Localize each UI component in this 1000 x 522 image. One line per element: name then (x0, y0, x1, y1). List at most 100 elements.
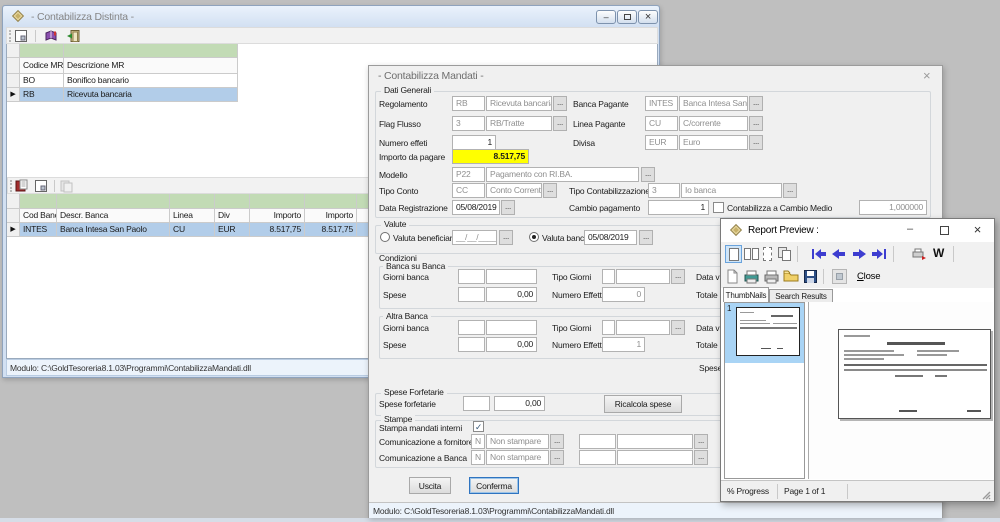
bank-cell-div[interactable]: EUR (215, 223, 250, 237)
bank-cell-importo1[interactable]: 8.517,75 (250, 223, 305, 237)
linea-pagante-code-field[interactable]: CU (645, 116, 678, 131)
maximize-button[interactable] (927, 219, 961, 242)
save-icon[interactable] (803, 269, 818, 286)
flag-flusso-browse-button[interactable]: ... (553, 116, 567, 131)
bsb-giorni-field[interactable] (486, 269, 537, 284)
new-page-icon[interactable] (726, 269, 739, 286)
resize-grip[interactable] (982, 491, 991, 502)
bank-cell-linea[interactable]: CU (170, 223, 215, 237)
bank-cell-descr[interactable]: Banca Intesa San Paolo (57, 223, 170, 237)
regolamento-browse-button[interactable]: ... (553, 96, 567, 111)
bank-col-header-linea[interactable]: Linea (170, 209, 215, 223)
comunicazione-fornitore-code-field[interactable]: N (471, 434, 485, 449)
close-preview-button[interactable]: Close (857, 271, 880, 282)
bsb-giorni-code-field[interactable] (458, 269, 485, 284)
conferma-button[interactable]: Conferma (469, 477, 519, 494)
comunicazione-fornitore-extra-code-field[interactable] (579, 434, 616, 449)
mr-cell-codice[interactable]: BO (20, 74, 64, 88)
thumbnail-page[interactable] (736, 307, 800, 356)
preview-pane[interactable] (808, 302, 993, 479)
ab-numero-effetti-field[interactable]: 1 (602, 337, 645, 352)
spese-forfetarie-field[interactable]: 0,00 (494, 396, 545, 411)
thumbnail-selected[interactable]: 1 (725, 303, 804, 363)
comunicazione-banca-browse-button[interactable]: ... (550, 450, 564, 465)
bsb-tipo-giorni-browse-button[interactable]: ... (671, 269, 685, 284)
ricalcola-spese-button[interactable]: Ricalcola spese (604, 395, 682, 413)
bsb-spese-field[interactable]: 0,00 (486, 287, 537, 302)
close-button[interactable]: × (638, 10, 658, 24)
comunicazione-banca-extra-browse-button[interactable]: ... (694, 450, 708, 465)
previous-page-icon[interactable] (831, 248, 847, 262)
divisa-browse-button[interactable]: ... (749, 135, 763, 150)
titlebar-mandati[interactable]: - Contabilizza Mandati - × (369, 66, 942, 84)
minimize-button[interactable]: – (596, 10, 616, 24)
print-export-icon[interactable] (911, 247, 927, 263)
bank-cell-cod[interactable]: INTES (20, 223, 57, 237)
mr-cell-descrizione[interactable]: Bonifico bancario (64, 74, 238, 88)
cambio-medio-checkbox[interactable] (713, 202, 724, 213)
tipo-conto-browse-button[interactable]: ... (543, 183, 557, 198)
bank-col-header-div[interactable]: Div (215, 209, 250, 223)
data-registrazione-browse-button[interactable]: ... (501, 200, 515, 215)
bank-col-header-importo1[interactable]: Importo (250, 209, 305, 223)
ab-tipo-giorni-browse-button[interactable]: ... (671, 320, 685, 335)
valuta-banca-browse-button[interactable]: ... (639, 230, 653, 245)
printer-color-icon[interactable] (743, 269, 760, 286)
comunicazione-banca-code-field[interactable]: N (471, 450, 485, 465)
bsb-numero-effetti-field[interactable]: 0 (602, 287, 645, 302)
linea-pagante-browse-button[interactable]: ... (749, 116, 763, 131)
last-page-icon[interactable] (871, 248, 887, 262)
mr-cell-codice[interactable]: RB (20, 88, 64, 102)
modello-code-field[interactable]: P22 (452, 167, 485, 182)
tipo-conto-code-field[interactable]: CC (452, 183, 485, 198)
valuta-beneficiario-field[interactable]: __/__/____ (452, 230, 497, 245)
uscita-button[interactable]: Uscita (409, 477, 451, 494)
minimize-button[interactable]: – (893, 219, 927, 242)
data-registrazione-field[interactable]: 05/08/2019 (452, 200, 500, 215)
cambio-pagamento-field[interactable]: 1 (648, 200, 709, 215)
flag-flusso-code-field[interactable]: 3 (452, 116, 485, 131)
mr-col-header-descrizione[interactable]: Descrizione MR (64, 58, 238, 74)
save-row-icon[interactable] (34, 179, 48, 195)
numero-effetti-field[interactable]: 1 (452, 135, 496, 150)
open-folder-icon[interactable] (783, 269, 800, 285)
valuta-banca-radio[interactable] (529, 232, 539, 242)
banca-pagante-browse-button[interactable]: ... (749, 96, 763, 111)
tab-thumbnails[interactable]: ThumbNails (723, 287, 769, 302)
printer-gray-icon[interactable] (763, 269, 780, 286)
spese-forfetarie-code-field[interactable] (463, 396, 490, 411)
bsb-tipo-giorni-code-field[interactable] (602, 269, 615, 284)
cambio-medio-field[interactable]: 1,000000 (859, 200, 927, 215)
regolamento-code-field[interactable]: RB (452, 96, 485, 111)
save-distinta-icon[interactable] (14, 29, 28, 45)
ab-spese-code-field[interactable] (458, 337, 485, 352)
mr-cell-descrizione[interactable]: Ricevuta bancaria (64, 88, 238, 102)
comunicazione-banca-extra-code-field[interactable] (579, 450, 616, 465)
close-icon[interactable]: × (923, 68, 930, 83)
tipo-contabilizzazione-code-field[interactable]: 3 (648, 183, 680, 198)
bank-col-header-cod[interactable]: Cod Banca (20, 209, 57, 223)
bsb-spese-code-field[interactable] (458, 287, 485, 302)
ab-spese-field[interactable]: 0,00 (486, 337, 537, 352)
banca-pagante-code-field[interactable]: INTES (645, 96, 678, 111)
stampa-mandati-interni-checkbox[interactable]: ✓ (473, 421, 484, 432)
valuta-beneficiario-browse-button[interactable]: ... (499, 230, 513, 245)
book-icon[interactable] (44, 29, 59, 45)
next-page-icon[interactable] (851, 248, 867, 262)
first-page-icon[interactable] (811, 248, 827, 262)
comunicazione-fornitore-extra-browse-button[interactable]: ... (694, 434, 708, 449)
valuta-beneficiario-radio[interactable] (380, 232, 390, 242)
report-book-icon[interactable] (14, 179, 29, 195)
mr-col-header-codice[interactable]: Codice MR (20, 58, 64, 74)
bank-col-header-descr[interactable]: Descr. Banca (57, 209, 170, 223)
tab-search-results[interactable]: Search Results (769, 289, 833, 302)
importo-da-pagare-field[interactable]: 8.517,75 (452, 149, 529, 164)
valuta-banca-field[interactable]: 05/08/2019 (584, 230, 637, 245)
close-button[interactable]: × (961, 219, 994, 242)
exit-door-icon[interactable] (66, 29, 81, 45)
maximize-button[interactable] (617, 10, 637, 24)
comunicazione-fornitore-browse-button[interactable]: ... (550, 434, 564, 449)
ab-giorni-code-field[interactable] (458, 320, 485, 335)
single-page-icon[interactable] (725, 245, 742, 263)
word-export-icon[interactable]: W (933, 246, 944, 260)
